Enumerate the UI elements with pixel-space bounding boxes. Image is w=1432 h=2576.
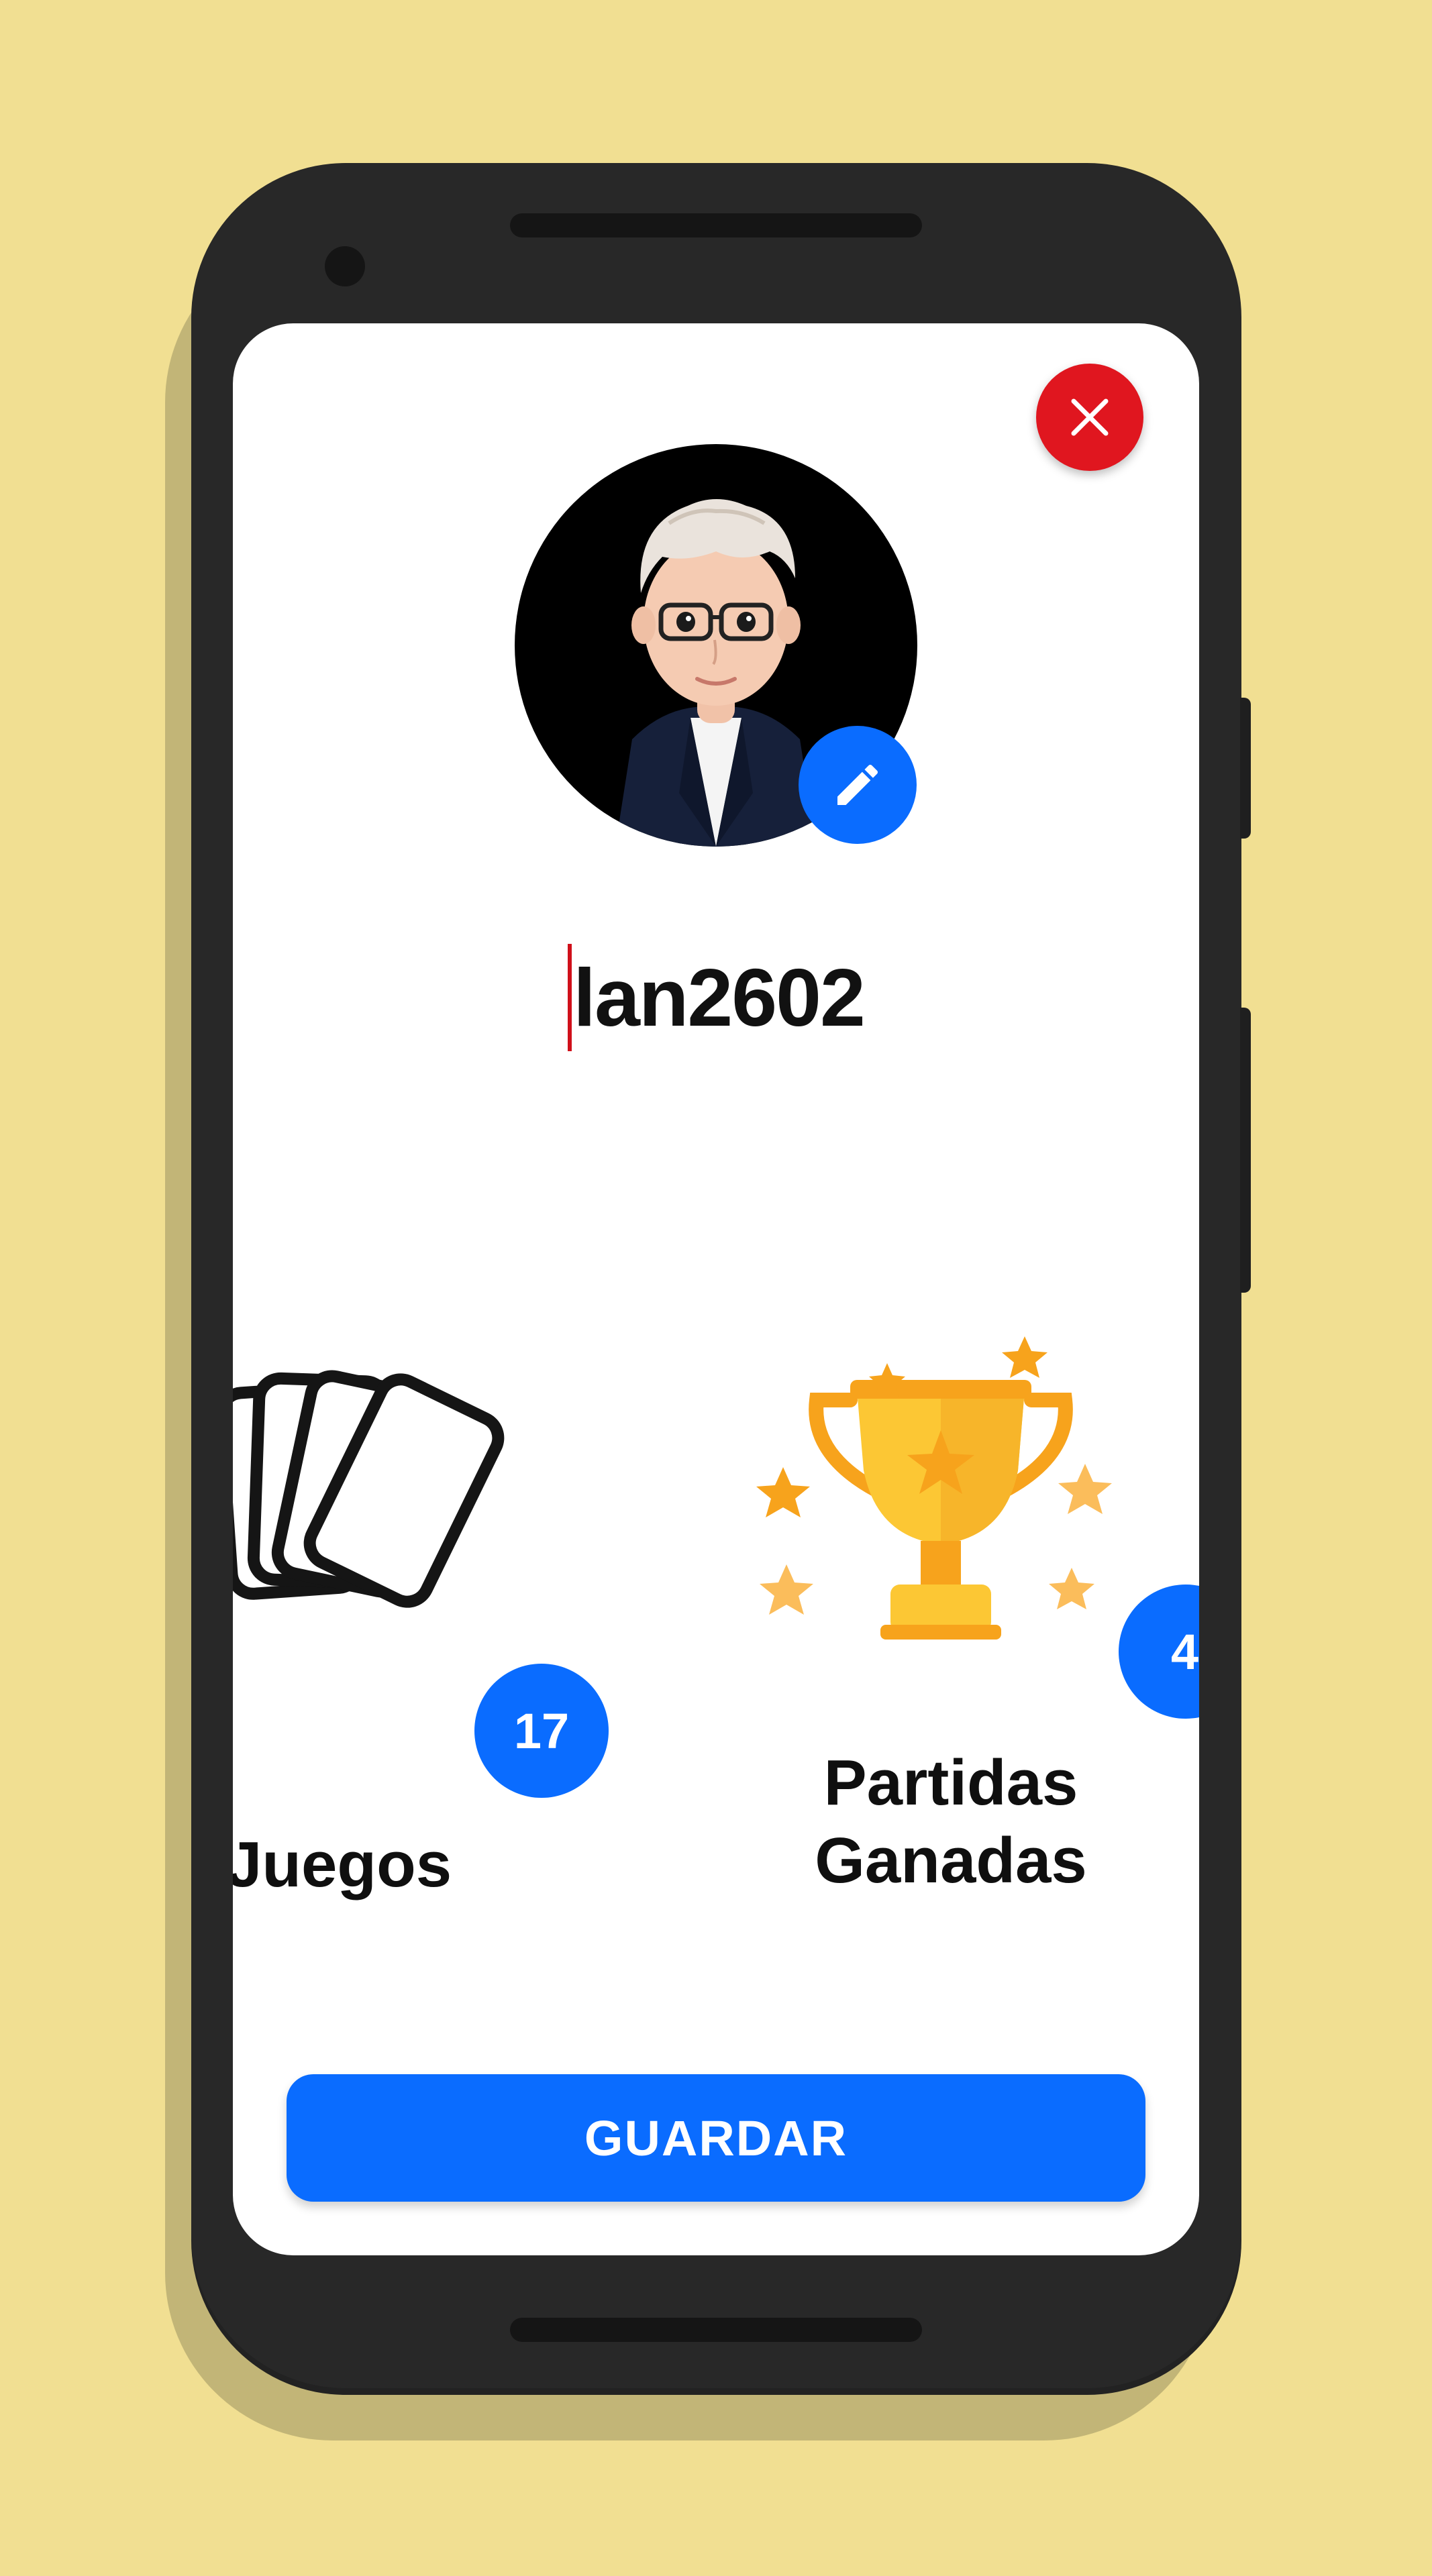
phone-camera <box>325 246 365 286</box>
username-text: lan2602 <box>573 952 866 1043</box>
phone-speaker <box>510 2318 922 2342</box>
username-input[interactable]: lan2602 <box>548 944 884 1051</box>
close-button[interactable] <box>1036 364 1143 471</box>
wins-label: Partidas Ganadas <box>815 1747 1087 1896</box>
trophy-icon <box>756 1336 1112 1640</box>
phone-speaker <box>510 213 922 237</box>
games-label: Juegos <box>233 1829 452 1900</box>
close-icon <box>1071 398 1109 436</box>
cards-icon <box>233 1370 505 1608</box>
profile-dialog: lan2602 17 4 Juegos Partidas Ganadas GUA… <box>233 323 1199 2255</box>
save-button[interactable]: GUARDAR <box>287 2074 1145 2202</box>
text-caret <box>568 944 572 1051</box>
phone-side-button <box>1240 698 1251 839</box>
edit-avatar-button[interactable] <box>799 726 917 844</box>
games-count-badge: 17 <box>474 1664 609 1798</box>
pencil-icon <box>837 764 878 805</box>
phone-side-button <box>1240 1008 1251 1293</box>
